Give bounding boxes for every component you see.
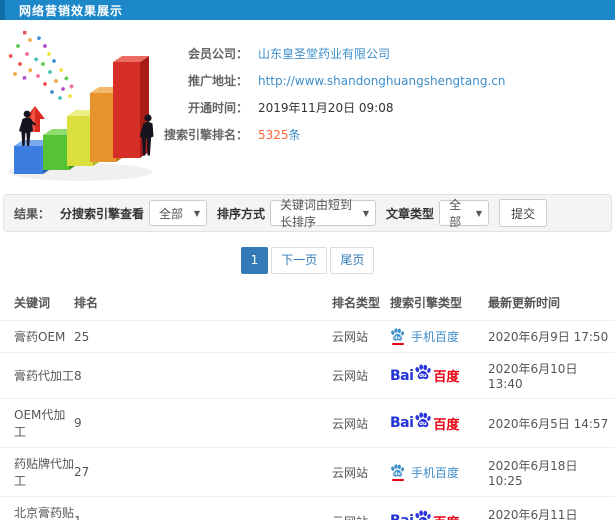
engine-name: 手机百度 — [411, 330, 460, 345]
col-header-engine-type: 搜索引擎类型 — [390, 296, 463, 310]
page-title: 网络营销效果展示 — [19, 3, 124, 18]
company-link[interactable]: 山东皇圣堂药业有限公司 — [258, 47, 390, 61]
table-row: OEM代加工 9 云网站 Bai du 百度 2020年6月5日 14:57 — [0, 398, 615, 448]
engine-name: 百度 — [433, 417, 460, 433]
filter-bar: 结果： 分搜索引擎查看 全部 ▼ 排序方式 关键词由短到长排序 ▼ 文章类型 全… — [3, 194, 612, 232]
engine-name: 百度 — [433, 370, 460, 386]
baidu-paw-icon: du — [414, 412, 432, 429]
engine-cell: du 手机百度 — [390, 319, 488, 353]
col-header-rank-type: 排名类型 — [332, 296, 381, 310]
rank-type-cell: 云网站 — [332, 319, 390, 353]
svg-text:du: du — [419, 373, 427, 379]
page-button-current[interactable]: 1 — [240, 247, 269, 274]
baidu-logo: Bai du 百度 — [390, 412, 460, 433]
member-info-section: 会员公司： 山东皇圣堂药业有限公司 推广地址： http://www.shand… — [0, 20, 615, 192]
submit-button[interactable]: 提交 — [499, 199, 548, 227]
chevron-down-icon: ▼ — [193, 208, 201, 218]
col-header-rank: 排名 — [74, 296, 99, 310]
engine-cell: Bai du 百度 — [390, 398, 488, 448]
next-page-button[interactable]: 下一页 — [271, 247, 328, 274]
article-type-label: 文章类型 — [386, 206, 435, 221]
rank-type-cell: 云网站 — [332, 352, 390, 399]
baidu-paw-icon: du — [390, 463, 405, 481]
table-row: 膏药OEM 25 云网站 du 手机百度 2020年6月9日 17:50 — [0, 319, 615, 353]
mobile-baidu-logo: du 手机百度 — [390, 463, 460, 481]
rank-type-cell: 云网站 — [332, 447, 390, 497]
engine-rank-count: 5325 — [258, 128, 289, 142]
updated-cell: 2020年6月11日 11:18 — [488, 496, 615, 520]
table-row: 北京膏药贴牌 1 云网站 Bai du 百度 2020年6月11日 11:18 — [0, 496, 615, 520]
rank-link[interactable]: 27 — [74, 447, 332, 497]
keyword-cell: 膏药OEM — [0, 319, 74, 353]
baidu-paw-icon: du — [414, 510, 432, 520]
rank-link[interactable]: 8 — [74, 352, 332, 399]
updated-cell: 2020年6月10日 13:40 — [488, 352, 615, 399]
engine-cell: du 手机百度 — [390, 447, 488, 497]
mobile-baidu-logo: du 手机百度 — [390, 328, 460, 346]
col-header-updated: 最新更新时间 — [488, 296, 561, 310]
col-header-keyword: 关键词 — [14, 296, 51, 310]
svg-text:du: du — [394, 335, 400, 341]
results-table-body: 膏药OEM 25 云网站 du 手机百度 2020年6月9日 17:50 膏药代… — [0, 319, 615, 520]
sort-filter-label: 排序方式 — [217, 206, 266, 221]
promo-url-link[interactable]: http://www.shandonghuangshengtang.cn — [258, 74, 505, 88]
top-header-bar: 网络营销效果展示 — [0, 0, 615, 20]
baidu-wordmark: Bai — [390, 367, 414, 384]
engine-cell: Bai du 百度 — [390, 352, 488, 399]
sort-filter-select[interactable]: 关键词由短到长排序 ▼ — [270, 198, 377, 229]
company-row: 会员公司： 山东皇圣堂药业有限公司 — [160, 40, 615, 67]
baidu-wordmark: Bai — [390, 415, 414, 432]
keyword-cell: 药贴牌代加工 — [0, 447, 74, 497]
keyword-cell: OEM代加工 — [0, 398, 74, 448]
result-label: 结果： — [14, 206, 51, 221]
table-row: 药贴牌代加工 27 云网站 du 手机百度 2020年6月18日 10:25 — [0, 447, 615, 497]
rank-type-cell: 云网站 — [332, 398, 390, 448]
open-time-value: 2019年11月20日 09:08 — [258, 101, 394, 115]
baidu-paw-icon: du — [414, 364, 432, 381]
baidu-logo: Bai du 百度 — [390, 364, 460, 386]
table-header-row: 关键词 排名 排名类型 搜索引擎类型 最新更新时间 — [0, 286, 615, 321]
svg-text:du: du — [394, 470, 400, 476]
chevron-down-icon: ▼ — [475, 208, 483, 218]
updated-cell: 2020年6月5日 14:57 — [488, 398, 615, 448]
bar-chart-illustration — [8, 31, 154, 181]
rank-link[interactable]: 25 — [74, 319, 332, 353]
chevron-down-icon: ▼ — [362, 208, 370, 218]
svg-text:du: du — [419, 421, 427, 427]
header-accent-strip — [0, 0, 5, 20]
engine-name: 手机百度 — [411, 465, 460, 480]
baidu-wordmark: Bai — [390, 513, 414, 520]
confetti-dots — [8, 31, 74, 100]
pagination: 1 下一页 尾页 — [0, 247, 615, 274]
rank-type-cell: 云网站 — [332, 496, 390, 520]
rank-link[interactable]: 1 — [74, 496, 332, 520]
last-page-button[interactable]: 尾页 — [330, 247, 375, 274]
baidu-paw-icon: du — [390, 328, 405, 346]
engine-rank-unit: 条 — [288, 128, 301, 142]
table-row: 膏药代加工 8 云网站 Bai du 百度 2020年6月10日 13:40 — [0, 352, 615, 399]
keyword-cell: 北京膏药贴牌 — [0, 496, 74, 520]
keyword-cell: 膏药代加工 — [0, 352, 74, 399]
baidu-logo: Bai du 百度 — [390, 510, 459, 520]
promo-url-row: 推广地址： http://www.shandonghuangshengtang.… — [160, 67, 615, 94]
rank-link[interactable]: 9 — [74, 398, 332, 448]
engine-cell: Bai du 百度 — [390, 496, 488, 520]
engine-name: 百度 — [433, 512, 459, 520]
updated-cell: 2020年6月9日 17:50 — [488, 319, 615, 353]
engine-filter-select[interactable]: 全部 ▼ — [149, 200, 208, 226]
engine-filter-label: 分搜索引擎查看 — [60, 206, 145, 221]
results-table: 关键词 排名 排名类型 搜索引擎类型 最新更新时间 膏药OEM 25 云网站 d… — [0, 286, 615, 520]
open-time-row: 开通时间： 2019年11月20日 09:08 — [160, 94, 615, 121]
engine-rank-row: 搜索引擎排名： 5325条 — [160, 121, 615, 148]
article-type-select[interactable]: 全部 ▼ — [439, 198, 490, 229]
updated-cell: 2020年6月18日 10:25 — [488, 447, 615, 497]
